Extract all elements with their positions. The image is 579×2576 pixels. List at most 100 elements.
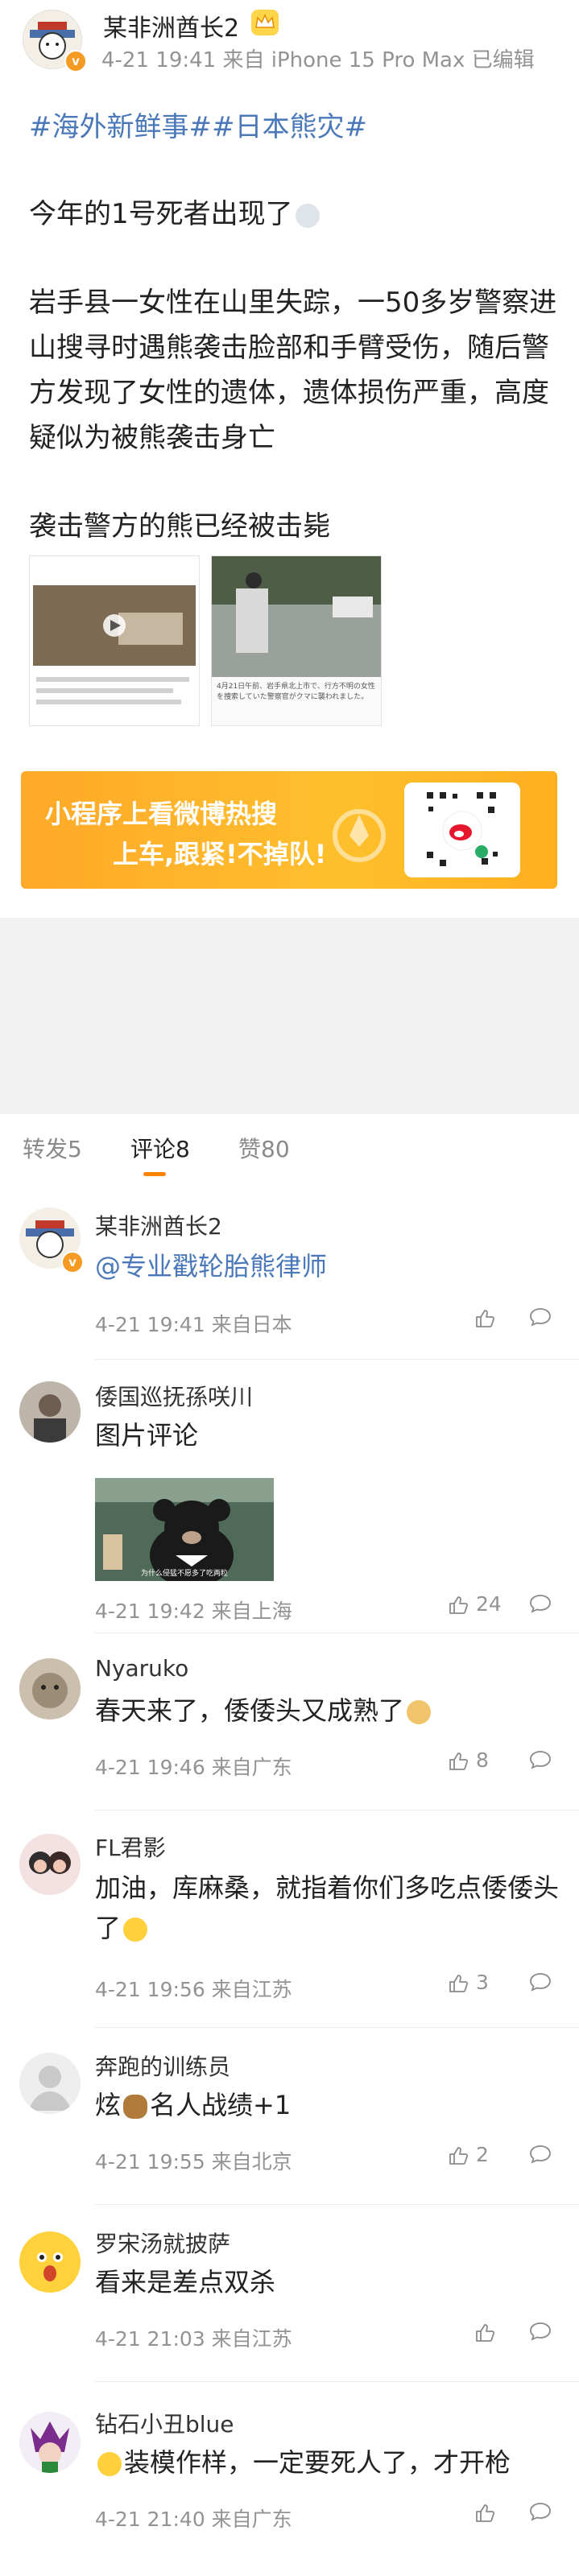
reply-button[interactable] [528, 2320, 552, 2343]
comment-bubble-icon [530, 2503, 551, 2521]
comment-divider [95, 1359, 579, 1360]
comment-author[interactable]: 某非洲酋长2 [95, 1209, 222, 1241]
like-button[interactable]: 2 [447, 2143, 489, 2167]
comment-text[interactable]: 春天来了，倭倭头又成熟了 [95, 1690, 562, 1731]
reply-button[interactable] [528, 1306, 552, 1328]
post-hashtags[interactable]: #海外新鲜事##日本熊灾# [29, 105, 367, 144]
comment-text[interactable]: 装模作样，一定要死人了，才开枪 [95, 2442, 578, 2483]
bear-teacher-image [95, 1478, 274, 1581]
comment-avatar[interactable] [19, 2053, 81, 2114]
tab-repost[interactable]: 转发5 [23, 1132, 82, 1164]
comment-avatar[interactable] [19, 1658, 81, 1719]
comment-author[interactable]: 钻石小丑blue [95, 2407, 234, 2439]
comment-avatar[interactable] [19, 2231, 81, 2293]
police-photo-image [212, 556, 381, 677]
news-screenshot-image [30, 556, 199, 725]
doge-emoji-icon [407, 1700, 432, 1724]
comment-text[interactable]: 看来是差点双杀 [95, 2262, 562, 2302]
comment-avatar[interactable] [19, 1834, 81, 1895]
comment-item: 钻石小丑blue 装模作样，一定要死人了，才开枪 4-21 21:40 来自广东 [0, 2391, 579, 2576]
comment-bubble-icon [530, 1595, 551, 1613]
like-button[interactable] [474, 2500, 496, 2524]
comment-item: Nyaruko 春天来了，倭倭头又成熟了 4-21 19:46 来自广东 8 [0, 1642, 579, 1811]
tab-comment[interactable]: 评论8 [130, 1132, 190, 1164]
comment-text[interactable]: @专业戳轮胎熊律师 [95, 1246, 562, 1286]
comment-text-content: 加油，库麻桑，就指着你们多吃点倭倭头了 [95, 1872, 560, 1943]
snail-emoji-icon [123, 2095, 148, 2119]
banner-line-2: 上车,跟紧!不掉队! [113, 839, 327, 869]
tab-like[interactable]: 赞80 [238, 1132, 290, 1164]
like-button[interactable]: 3 [447, 1971, 489, 1995]
thumbs-up-icon [449, 1596, 469, 1614]
comment-author[interactable]: Nyaruko [95, 1655, 188, 1682]
comment-meta: 4-21 21:40 来自广东 [95, 2508, 292, 2531]
reply-button[interactable] [528, 2500, 552, 2523]
comment-text[interactable]: 图片评论 [95, 1415, 562, 1455]
reply-button[interactable] [528, 1592, 552, 1615]
comment-text[interactable]: 加油，库麻桑，就指着你们多吃点倭倭头了 [95, 1868, 562, 1948]
like-count: 3 [475, 1971, 489, 1994]
comment-text-content: 名人战绩+1 [150, 2090, 292, 2120]
post-image-2-caption: 4月21日午前、岩手県北上市で、行方不明の女性を捜索していた警察官がクマに襲われ… [217, 683, 375, 701]
interaction-tabs: 转发5 评论8 赞80 [0, 1114, 579, 1187]
comment-bubble-icon [530, 2322, 551, 2341]
section-separator [0, 918, 579, 1114]
comment-image[interactable]: 为什么侵猛不愿多了吃两粒 [95, 1478, 274, 1581]
comment-bubble-icon [530, 1308, 551, 1327]
qr-code-card[interactable] [404, 782, 520, 877]
post-paragraph-2: 岩手县一女性在山里失踪，一50多岁警察进山搜寻时遇熊袭击脸部和手臂受伤，随后警方… [29, 287, 557, 454]
like-button[interactable] [474, 2320, 496, 2344]
comment-avatar[interactable] [19, 2412, 81, 2473]
post-meta: 4-21 19:41 来自 iPhone 15 Pro Max 已编辑 [101, 48, 535, 72]
hot-search-banner[interactable]: 小程序上看微博热搜 上车,跟紧!不掉队! [21, 771, 557, 889]
comment-author[interactable]: 倭国巡抚孫咲川 [95, 1380, 253, 1412]
comment-item: 奔跑的训练员 炫名人战绩+1 4-21 19:55 来自北京 2 [0, 2037, 579, 2206]
thumbs-up-icon [476, 1310, 495, 1327]
thumbs-up-icon [449, 1975, 469, 1992]
comment-item: FL君影 加油，库麻桑，就指着你们多吃点倭倭头了 4-21 19:56 来自江苏… [0, 1819, 579, 2029]
comment-text-content: 装模作样，一定要死人了，才开枪 [124, 2447, 511, 2478]
comment-author[interactable]: 奔跑的训练员 [95, 2050, 230, 2082]
giggle-emoji-icon [123, 1918, 148, 1942]
comment-bubble-icon [530, 1751, 551, 1769]
comment-bubble-icon [530, 2145, 551, 2164]
thumbs-up-icon [476, 2504, 495, 2522]
like-button[interactable]: 8 [447, 1748, 489, 1773]
rocket-decoration-icon [333, 809, 386, 862]
comment-author[interactable]: FL君影 [95, 1831, 166, 1863]
comment-meta: 4-21 21:03 来自江苏 [95, 2327, 292, 2351]
author-name[interactable]: 某非洲酋长2 [103, 8, 239, 43]
weibo-qr-code-icon [422, 787, 502, 873]
verified-badge-icon: v [64, 50, 87, 72]
comment-meta: 4-21 19:42 来自上海 [95, 1600, 292, 1623]
reply-button[interactable] [528, 1748, 552, 1771]
thumbs-up-icon [449, 1752, 469, 1770]
comment-author[interactable]: 罗宋汤就披萨 [95, 2227, 230, 2259]
comment-avatar[interactable] [19, 1381, 81, 1443]
active-tab-indicator [143, 1172, 166, 1176]
comment-divider [95, 2027, 579, 2028]
like-count: 24 [475, 1592, 502, 1616]
like-count: 2 [475, 2143, 489, 2166]
comment-divider [95, 2204, 579, 2205]
post-paragraph-3: 袭击警方的熊已经被击毙 [29, 510, 330, 543]
thumbs-up-icon [476, 2324, 495, 2342]
comment-item: 罗宋汤就披萨 看来是差点双杀 4-21 21:03 来自江苏 [0, 2214, 579, 2383]
post-image-2[interactable]: 4月21日午前、岩手県北上市で、行方不明の女性を捜索していた警察官がクマに襲われ… [211, 555, 382, 726]
verified-badge-icon: v [61, 1251, 84, 1274]
post-image-1[interactable] [29, 555, 200, 726]
comment-meta: 4-21 19:41 来自日本 [95, 1313, 292, 1336]
comment-item: 倭国巡抚孫咲川 图片评论 为什么侵猛不愿多了吃两粒 4-21 19:42 来自上… [0, 1368, 579, 1634]
comment-divider [95, 2381, 579, 2382]
comment-text[interactable]: 炫名人战绩+1 [95, 2085, 562, 2125]
like-button[interactable]: 24 [447, 1592, 502, 1616]
banner-line-1: 小程序上看微博热搜 [45, 799, 278, 829]
post-body: 今年的1号死者出现了 岩手县一女性在山里失踪，一50多岁警察进山搜寻时遇熊袭击脸… [29, 192, 560, 549]
post-paragraph-1: 今年的1号死者出现了 [29, 198, 293, 230]
reply-button[interactable] [528, 1971, 552, 1993]
like-button[interactable] [474, 1306, 496, 1330]
reply-button[interactable] [528, 2143, 552, 2165]
thumbs-up-icon [449, 2147, 469, 2165]
laugh-cry-emoji-icon [97, 2452, 122, 2476]
comment-text-content: 春天来了，倭倭头又成熟了 [95, 1695, 405, 1726]
